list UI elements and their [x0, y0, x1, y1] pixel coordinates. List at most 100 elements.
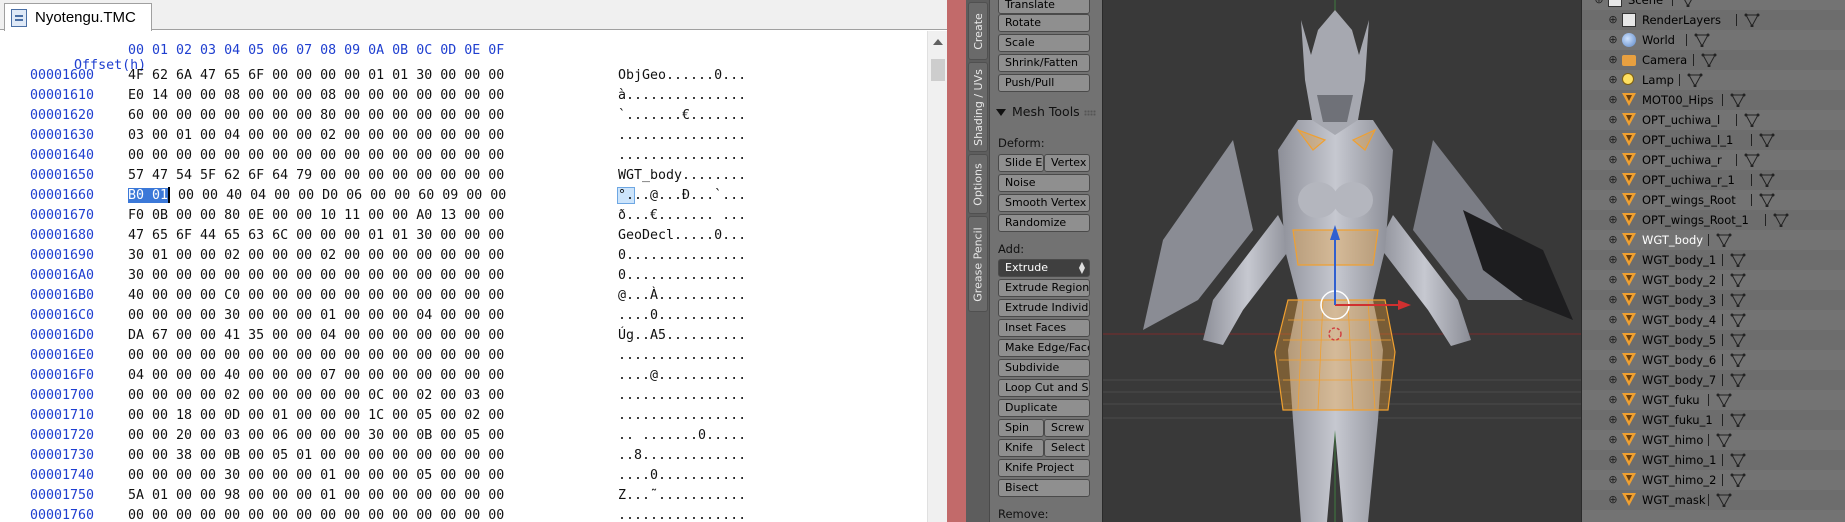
viewport-canvas[interactable] — [1103, 0, 1581, 522]
tab-create[interactable]: Create — [968, 2, 988, 60]
row-bytes[interactable]: DA 67 00 00 41 35 00 00 04 00 00 00 00 0… — [128, 326, 504, 346]
row-ascii[interactable]: .. .......0..... — [618, 426, 746, 446]
expand-icon[interactable]: ⊕ — [1608, 10, 1618, 30]
object-data-icon[interactable] — [1694, 33, 1710, 48]
row-ascii[interactable]: @...À........... — [618, 286, 746, 306]
knife-project-button[interactable]: Knife Project — [998, 459, 1090, 477]
object-data-icon[interactable] — [1680, 0, 1696, 8]
bisect-button[interactable]: Bisect — [998, 479, 1090, 497]
noise-button[interactable]: Noise — [998, 174, 1090, 192]
scroll-up-arrow-icon[interactable] — [933, 39, 943, 45]
row-ascii[interactable]: ....@........... — [618, 366, 746, 386]
expand-icon[interactable]: ⊕ — [1608, 450, 1618, 470]
make-edge-face-button[interactable]: Make Edge/Face — [998, 339, 1090, 357]
expand-icon[interactable]: ⊕ — [1608, 170, 1618, 190]
object-data-icon[interactable] — [1759, 133, 1775, 148]
object-data-icon[interactable] — [1730, 353, 1746, 368]
selected-bytes[interactable]: B0 01 — [128, 188, 169, 203]
duplicate-button[interactable]: Duplicate — [998, 399, 1090, 417]
expand-icon[interactable]: ⊕ — [1608, 190, 1618, 210]
expand-icon[interactable]: ⊕ — [1608, 50, 1618, 70]
row-ascii[interactable]: ................ — [618, 146, 746, 166]
inset-faces-button[interactable]: Inset Faces — [998, 319, 1090, 337]
3d-viewport[interactable] — [1102, 0, 1581, 522]
row-bytes[interactable]: 30 01 00 00 02 00 00 00 02 00 00 00 00 0… — [128, 246, 504, 266]
row-bytes[interactable]: 00 00 00 00 30 00 00 00 01 00 00 00 04 0… — [128, 306, 504, 326]
object-data-icon[interactable] — [1730, 93, 1746, 108]
outliner-item[interactable]: ⊕ OPT_uchiwa_r_1 — [1582, 170, 1845, 190]
loop-cut-slide-button[interactable]: Loop Cut and Slide — [998, 379, 1090, 397]
object-data-icon[interactable] — [1716, 493, 1732, 508]
row-ascii[interactable]: 0............... — [618, 266, 746, 286]
rotate-button[interactable]: Rotate — [998, 14, 1090, 32]
knife-button[interactable]: Knife — [998, 439, 1044, 457]
row-bytes[interactable]: F0 0B 00 00 80 0E 00 00 10 11 00 00 A0 1… — [128, 206, 504, 226]
object-data-icon[interactable] — [1730, 253, 1746, 268]
expand-icon[interactable]: ⊕ — [1608, 290, 1618, 310]
outliner-item[interactable]: ⊕ WGT_body_1 — [1582, 250, 1845, 270]
outliner-item[interactable]: ⊕ OPT_uchiwa_l_1 — [1582, 130, 1845, 150]
outliner-item[interactable]: ⊕ WGT_body_3 — [1582, 290, 1845, 310]
row-ascii[interactable]: GeoDecl.....0... — [618, 226, 746, 246]
object-data-icon[interactable] — [1759, 173, 1775, 188]
object-data-icon[interactable] — [1773, 213, 1789, 228]
row-bytes[interactable]: 00 00 00 00 02 00 00 00 00 00 0C 00 02 0… — [128, 386, 504, 406]
outliner-item[interactable]: ⊕ OPT_wings_Root — [1582, 190, 1845, 210]
object-data-icon[interactable] — [1744, 113, 1760, 128]
expand-icon[interactable]: ⊕ — [1608, 90, 1618, 110]
outliner-item[interactable]: ⊕ WGT_fuku — [1582, 390, 1845, 410]
row-ascii[interactable]: ................ — [618, 506, 746, 522]
object-data-icon[interactable] — [1730, 293, 1746, 308]
expand-icon[interactable]: ⊕ — [1608, 210, 1618, 230]
outliner-panel[interactable]: ⊕ Scene ⊕ RenderLayers ⊕ World ⊕ Camera ⊕ Lamp ⊕ MO… — [1581, 0, 1845, 522]
object-data-icon[interactable] — [1730, 373, 1746, 388]
object-data-icon[interactable] — [1716, 393, 1732, 408]
outliner-item[interactable]: ⊕ OPT_uchiwa_l — [1582, 110, 1845, 130]
row-bytes[interactable]: 5A 01 00 00 98 00 00 00 01 00 00 00 00 0… — [128, 486, 504, 506]
row-ascii[interactable]: `.......€....... — [618, 106, 746, 126]
ascii-rest[interactable]: ..@...Ð...`... — [634, 188, 746, 203]
outliner-item[interactable]: ⊕ WGT_body_7 — [1582, 370, 1845, 390]
extrude-dropdown[interactable]: Extrude ▲ ▼ — [998, 259, 1090, 277]
subdivide-button[interactable]: Subdivide — [998, 359, 1090, 377]
row-bytes[interactable]: 00 00 00 00 00 00 00 00 00 00 00 00 00 0… — [128, 146, 504, 166]
tab-grease-pencil[interactable]: Grease Pencil — [968, 216, 988, 312]
object-data-icon[interactable] — [1730, 333, 1746, 348]
expand-icon[interactable]: ⊕ — [1608, 150, 1618, 170]
object-data-icon[interactable] — [1730, 313, 1746, 328]
outliner-item[interactable]: ⊕ WGT_himo — [1582, 430, 1845, 450]
spin-button[interactable]: Spin — [998, 419, 1044, 437]
expand-icon[interactable]: ⊕ — [1608, 270, 1618, 290]
knife-select-button[interactable]: Select — [1044, 439, 1090, 457]
panel-grip-icon[interactable] — [1084, 110, 1096, 116]
row-bytes[interactable]: 00 00 20 00 03 00 06 00 00 00 30 00 0B 0… — [128, 426, 504, 446]
outliner-item[interactable]: ⊕ WGT_body_6 — [1582, 350, 1845, 370]
outliner-item[interactable]: ⊕ WGT_body_5 — [1582, 330, 1845, 350]
extrude-region-button[interactable]: Extrude Region — [998, 279, 1090, 297]
expand-icon[interactable]: ⊕ — [1608, 30, 1618, 50]
expand-icon[interactable]: ⊕ — [1608, 330, 1618, 350]
outliner-item[interactable]: ⊕ Lamp — [1582, 70, 1845, 90]
object-data-icon[interactable] — [1730, 273, 1746, 288]
outliner-item[interactable]: ⊕ WGT_mask — [1582, 490, 1845, 510]
object-data-icon[interactable] — [1716, 233, 1732, 248]
scale-button[interactable]: Scale — [998, 34, 1090, 52]
outliner-item[interactable]: ⊕ Scene — [1582, 0, 1845, 10]
bytes-rest[interactable]: 00 00 40 04 00 00 D0 06 00 00 60 09 00 0… — [170, 188, 506, 203]
slide-vertex-button[interactable]: Vertex — [1044, 154, 1090, 172]
selected-ascii[interactable]: °. — [616, 187, 636, 204]
row-bytes[interactable]: B0 01 00 00 40 04 00 00 D0 06 00 00 60 0… — [128, 186, 506, 206]
expand-icon[interactable]: ⊕ — [1608, 230, 1618, 250]
row-ascii[interactable]: Z...˜........... — [618, 486, 746, 506]
row-bytes[interactable]: 00 00 38 00 0B 00 05 01 00 00 00 00 00 0… — [128, 446, 504, 466]
outliner-item[interactable]: ⊕ MOT00_Hips — [1582, 90, 1845, 110]
object-data-icon[interactable] — [1716, 433, 1732, 448]
outliner-item[interactable]: ⊕ WGT_body_4 — [1582, 310, 1845, 330]
row-bytes[interactable]: 00 00 00 00 00 00 00 00 00 00 00 00 00 0… — [128, 506, 504, 522]
expand-icon[interactable]: ⊕ — [1608, 490, 1618, 510]
object-data-icon[interactable] — [1730, 473, 1746, 488]
row-ascii[interactable]: 0............... — [618, 246, 746, 266]
tab-options[interactable]: Options — [968, 154, 988, 214]
object-data-icon[interactable] — [1730, 453, 1746, 468]
expand-icon[interactable]: ⊕ — [1608, 470, 1618, 490]
